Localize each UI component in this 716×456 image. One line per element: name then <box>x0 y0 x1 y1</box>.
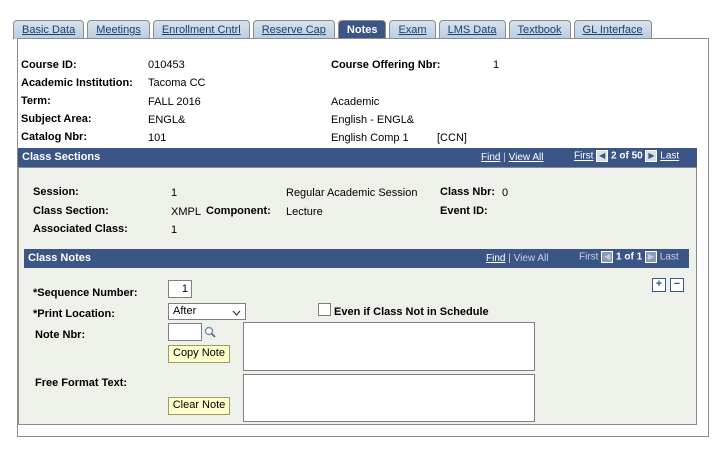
component-label: Component: <box>206 205 271 217</box>
session-label: Session: <box>33 186 79 198</box>
delete-row-button[interactable]: − <box>670 278 684 292</box>
class-sections-title: Class Sections <box>22 151 101 163</box>
free-format-text-area[interactable] <box>243 374 535 422</box>
print-location-value: After <box>173 305 197 317</box>
class-sections-prev-arrow-icon[interactable]: ◀ <box>596 150 609 162</box>
note-nbr-input[interactable] <box>168 323 202 341</box>
add-row-button[interactable]: + <box>652 278 666 292</box>
print-location-select[interactable]: After <box>168 303 246 320</box>
class-section-value: XMPL <box>171 206 201 218</box>
course-id-label: Course ID: <box>21 59 77 71</box>
class-sections-header: Class Sections Find | View All First ◀ 2… <box>18 148 697 167</box>
tab-reserve-cap[interactable]: Reserve Cap <box>252 20 335 39</box>
tab-exam[interactable]: Exam <box>389 20 436 39</box>
class-nbr-label: Class Nbr: <box>440 186 496 198</box>
catalog-desc: English Comp 1 <box>331 132 409 144</box>
free-format-text-label: Free Format Text: <box>35 377 128 389</box>
class-sections-find-link[interactable]: Find <box>481 152 500 163</box>
tab-basic-data[interactable]: Basic Data <box>13 20 85 39</box>
sequence-number-input[interactable]: 1 <box>168 280 192 298</box>
subject-value: ENGL& <box>148 114 186 126</box>
offering-label: Course Offering Nbr: <box>331 59 441 71</box>
class-notes-separator: | <box>508 253 511 264</box>
term-value: FALL 2016 <box>148 96 201 108</box>
chevron-down-icon <box>232 310 241 316</box>
class-sections-last-link[interactable]: Last <box>660 151 679 162</box>
class-notes-find-link[interactable]: Find <box>486 253 505 264</box>
institution-value: Tacoma CC <box>148 77 206 89</box>
class-section-label: Class Section: <box>33 205 109 217</box>
even-if-not-in-schedule-label: Even if Class Not in Schedule <box>334 306 489 318</box>
class-sections-next-arrow-icon[interactable]: ▶ <box>645 150 658 162</box>
career-value: Academic <box>331 96 380 108</box>
class-notes-prev-arrow-icon[interactable]: ◀ <box>601 251 614 263</box>
tab-enrollment-cntrl[interactable]: Enrollment Cntrl <box>152 20 250 39</box>
subject-desc: English - ENGL& <box>331 114 415 126</box>
copy-note-button[interactable]: Copy Note <box>168 345 230 363</box>
term-label: Term: <box>21 95 51 107</box>
tab-textbook[interactable]: Textbook <box>508 20 571 39</box>
class-sections-count: 2 of 50 <box>611 150 643 162</box>
tab-meetings[interactable]: Meetings <box>87 20 150 39</box>
print-location-label: *Print Location: <box>33 308 115 320</box>
catalog-value: 101 <box>148 132 167 144</box>
note-text-area[interactable] <box>243 322 535 371</box>
institution-label: Academic Institution: <box>21 77 133 89</box>
class-notes-first-link[interactable]: First <box>579 252 598 263</box>
tab-notes[interactable]: Notes <box>337 20 387 40</box>
subject-label: Subject Area: <box>21 113 92 125</box>
even-if-not-in-schedule-checkbox[interactable] <box>318 303 331 316</box>
event-id-label: Event ID: <box>440 205 488 217</box>
note-nbr-label: Note Nbr: <box>35 329 86 341</box>
catalog-label: Catalog Nbr: <box>21 131 87 143</box>
sequence-number-label: *Sequence Number: <box>33 287 138 299</box>
class-nbr-value: 0 <box>502 187 509 199</box>
session-value: 1 <box>171 187 178 199</box>
class-notes-count: 1 of 1 <box>616 251 643 263</box>
tab-gl-interface[interactable]: GL Interface <box>573 20 652 39</box>
tab-bar: Basic Data Meetings Enrollment Cntrl Res… <box>13 20 652 40</box>
session-desc: Regular Academic Session <box>286 187 418 199</box>
associated-class-label: Associated Class: <box>33 223 128 235</box>
search-icon[interactable] <box>204 326 216 338</box>
clear-note-button[interactable]: Clear Note <box>168 397 230 415</box>
class-sections-separator: | <box>503 152 506 163</box>
class-sections-first-link[interactable]: First <box>574 151 593 162</box>
class-notes-header: Class Notes Find | View All First ◀ 1 of… <box>24 249 689 268</box>
tab-lms-data[interactable]: LMS Data <box>438 20 506 39</box>
offering-value: 1 <box>493 59 500 71</box>
associated-class-value: 1 <box>171 224 178 236</box>
component-value: Lecture <box>286 206 323 218</box>
class-notes-last-link[interactable]: Last <box>660 252 679 263</box>
class-notes-title: Class Notes <box>28 252 91 264</box>
class-notes-next-arrow-icon[interactable]: ▶ <box>644 251 657 263</box>
ccn-value: [CCN] <box>437 132 467 144</box>
course-id-value: 010453 <box>148 59 185 71</box>
class-sections-view-all-link[interactable]: View All <box>509 152 544 163</box>
class-notes-view-all-link[interactable]: View All <box>514 253 549 264</box>
